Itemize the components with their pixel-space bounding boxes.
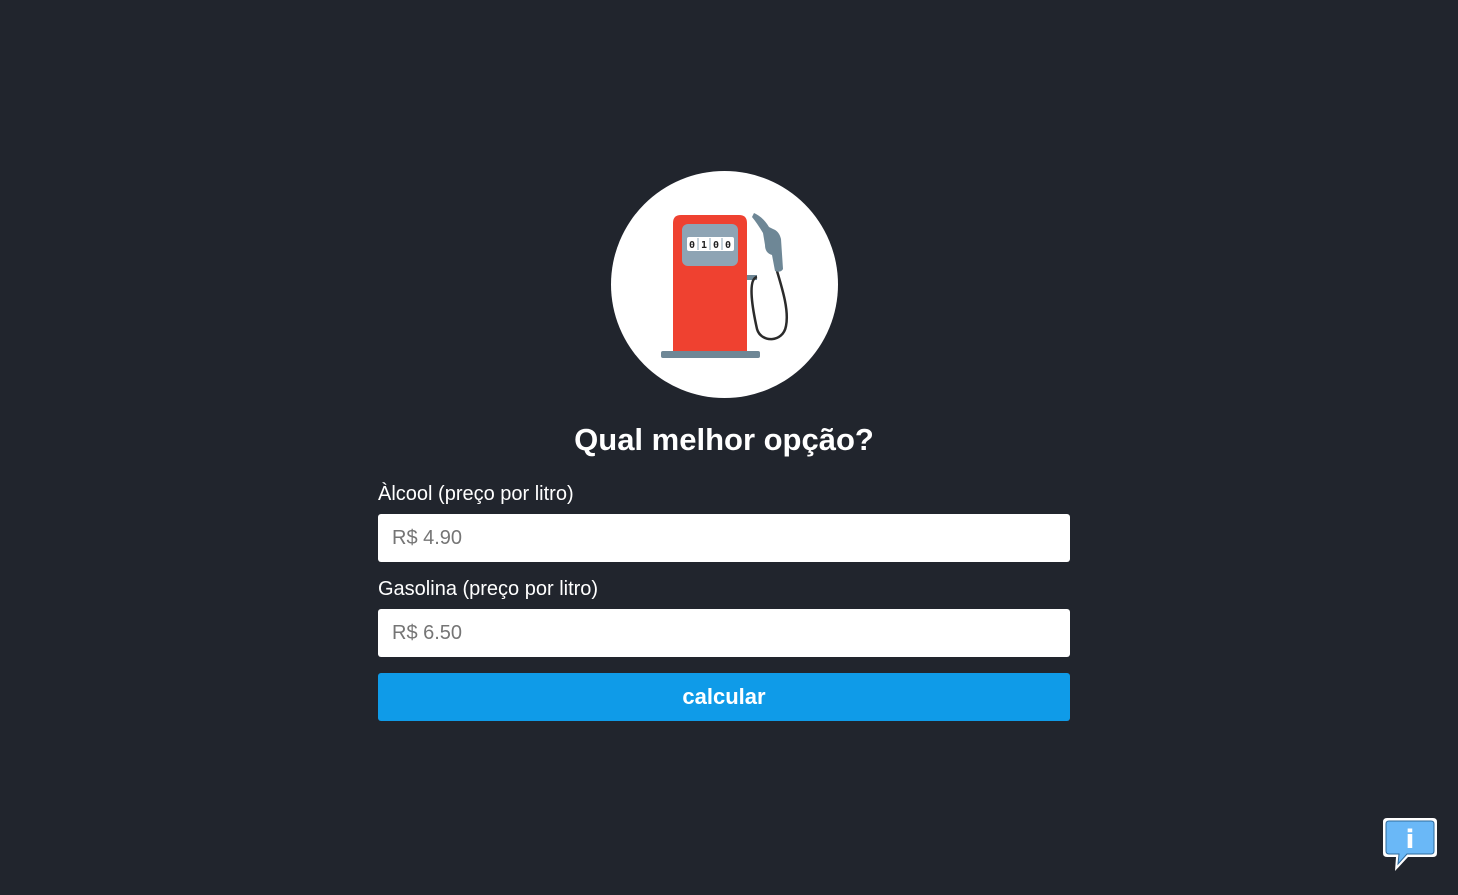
alcool-price-input[interactable]: [378, 514, 1070, 562]
svg-text:1: 1: [701, 240, 707, 251]
svg-text:0: 0: [713, 240, 719, 251]
info-button[interactable]: i: [1381, 815, 1439, 875]
fuel-pump-logo: 0 1 0 0: [611, 171, 838, 398]
gasolina-price-input[interactable]: [378, 609, 1070, 657]
gasolina-price-label: Gasolina (preço por litro): [378, 578, 599, 600]
page-title: Qual melhor opção?: [574, 422, 874, 457]
calculate-button[interactable]: calcular: [378, 673, 1070, 721]
alcool-price-label: Àlcool (preço por litro): [378, 483, 574, 505]
svg-text:0: 0: [689, 240, 695, 251]
svg-text:i: i: [1406, 825, 1415, 855]
info-speech-bubble-icon: i: [1383, 818, 1437, 871]
fuel-pump-icon: 0 1 0 0: [661, 213, 788, 358]
svg-text:0: 0: [725, 240, 731, 251]
